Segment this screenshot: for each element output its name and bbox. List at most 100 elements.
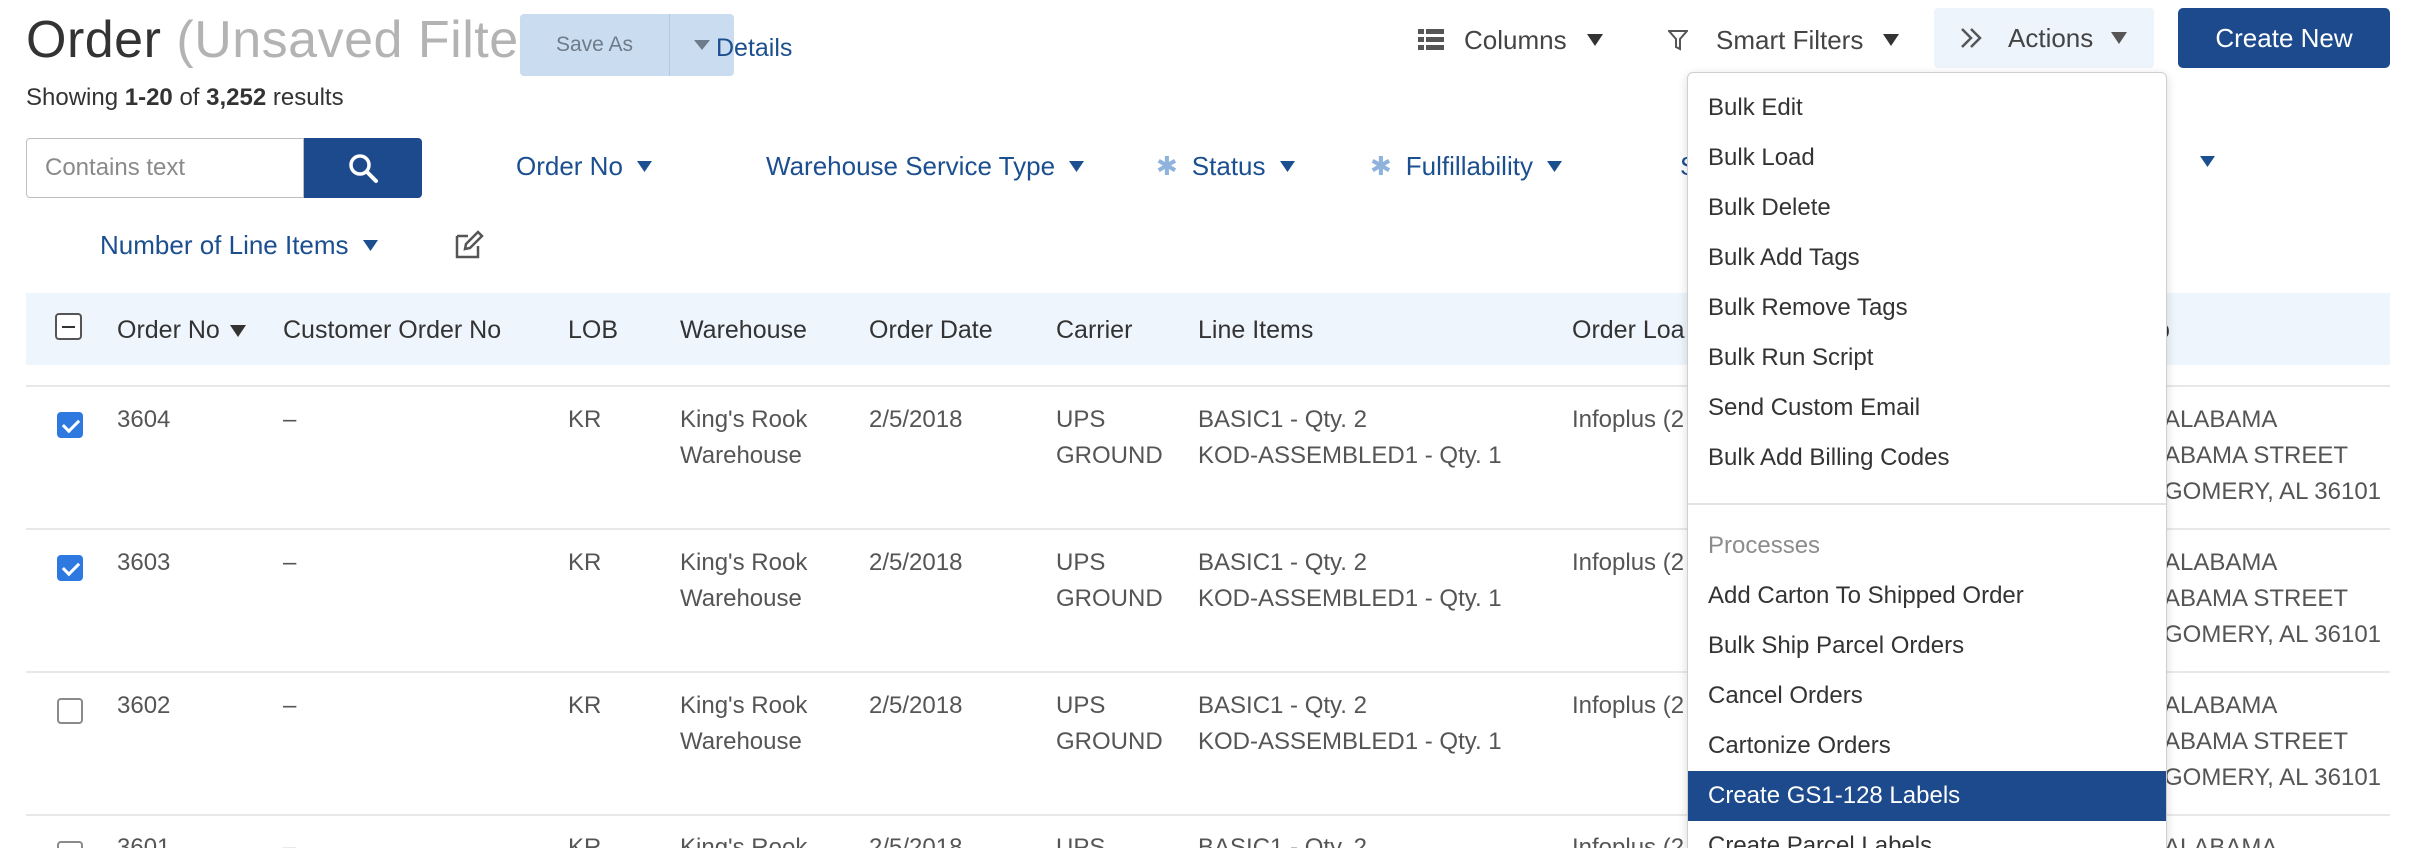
actions-dropdown-menu: Bulk Edit Bulk Load Bulk Delete Bulk Add…: [1687, 72, 2167, 848]
cell-customer-order-no: –: [283, 549, 297, 576]
cell-line: KOD-ASSEMBLED1 - Qty. 1: [1198, 728, 1502, 755]
create-new-button[interactable]: Create New: [2178, 8, 2390, 68]
row-checkbox[interactable]: [57, 412, 83, 438]
showing-total: 3,252: [206, 84, 267, 111]
cell-order-date: 2/5/2018: [869, 549, 963, 576]
showing-suffix: results: [272, 84, 344, 111]
cell-line: GOMERY, AL 36101: [2164, 478, 2382, 505]
cell-line: BASIC1 - Qty. 2: [1198, 549, 1367, 576]
menu-item-bulk-remove-tags[interactable]: Bulk Remove Tags: [1688, 283, 2166, 333]
column-header-line-items[interactable]: Line Items: [1198, 316, 1313, 345]
filter-funnel-icon: [1668, 30, 1688, 51]
select-all-checkbox[interactable]: [55, 313, 82, 340]
cell-order-no[interactable]: 3604: [117, 402, 170, 438]
save-as-button[interactable]: Save As: [520, 14, 670, 76]
cell-order-date: 2/5/2018: [869, 406, 963, 433]
column-header-warehouse[interactable]: Warehouse: [680, 316, 807, 345]
menu-item-bulk-edit[interactable]: Bulk Edit: [1688, 83, 2166, 133]
cell-ship-to: ALABAMA ABAMA STREET GOMERY, AL 36101: [2164, 402, 2381, 510]
cell-warehouse: King's Rook: [680, 834, 808, 848]
search-input[interactable]: [26, 138, 304, 198]
cell-lob: KR: [568, 406, 602, 433]
cell-line: GOMERY, AL 36101: [2164, 764, 2382, 791]
showing-of: of: [179, 84, 200, 111]
filter-warehouse-service-type[interactable]: Warehouse Service Type: [766, 151, 1085, 182]
cell-order-no[interactable]: 3602: [117, 688, 170, 724]
column-header-customer-order-no[interactable]: Customer Order No: [283, 316, 501, 345]
caret-down-icon: [1279, 161, 1295, 172]
cell-line: ABAMA STREET: [2164, 728, 2349, 755]
cell-order-no[interactable]: 3601: [117, 830, 170, 848]
column-header-order-no[interactable]: Order No: [117, 316, 246, 345]
cell-ship-to: ALABAMA ABAMA STREET GOMERY, AL 36101: [2164, 688, 2381, 796]
column-header-lob[interactable]: LOB: [568, 316, 618, 345]
caret-down-icon: [362, 240, 378, 251]
menu-item-bulk-add-billing-codes[interactable]: Bulk Add Billing Codes: [1688, 433, 2166, 483]
filter-number-of-line-items-label: Number of Line Items: [100, 230, 349, 260]
filter-order-no[interactable]: Order No: [516, 151, 652, 182]
save-as-button-group[interactable]: Save As: [520, 14, 734, 76]
row-checkbox[interactable]: [57, 841, 83, 848]
edit-filters-icon[interactable]: [454, 230, 484, 260]
filter-fulfillability[interactable]: ✱ Fulfillability: [1370, 151, 1562, 182]
caret-down-icon: [694, 40, 710, 50]
menu-item-bulk-run-script[interactable]: Bulk Run Script: [1688, 333, 2166, 383]
cell-line: UPS: [1056, 692, 1106, 719]
column-header-order-date[interactable]: Order Date: [869, 316, 993, 345]
caret-down-icon: [2200, 156, 2215, 167]
cell-lob: KR: [568, 549, 602, 576]
cell-line: BASIC1 - Qty. 2: [1198, 692, 1367, 719]
cell-line: ABAMA STREET: [2164, 585, 2349, 612]
caret-down-icon: [1883, 34, 1900, 46]
columns-button[interactable]: Columns: [1418, 20, 1603, 60]
page-title: Order (Unsaved Filter): [26, 10, 554, 70]
menu-item-bulk-ship-parcel-orders[interactable]: Bulk Ship Parcel Orders: [1688, 621, 2166, 671]
filter-hidden-caret[interactable]: [2200, 156, 2215, 167]
menu-item-cartonize-orders[interactable]: Cartonize Orders: [1688, 721, 2166, 771]
cell-order-load: Infoplus (2: [1572, 834, 1685, 848]
actions-button[interactable]: Actions: [1934, 8, 2154, 68]
cell-line: King's Rook: [680, 406, 808, 433]
menu-item-add-carton-to-shipped-order[interactable]: Add Carton To Shipped Order: [1688, 571, 2166, 621]
menu-item-send-custom-email[interactable]: Send Custom Email: [1688, 383, 2166, 433]
page-title-text: Order: [26, 11, 162, 69]
menu-item-bulk-delete[interactable]: Bulk Delete: [1688, 183, 2166, 233]
cell-line: GROUND: [1056, 728, 1163, 755]
cell-lob: KR: [568, 692, 602, 719]
showing-range: 1-20: [124, 84, 173, 111]
cell-order-load: Infoplus (2: [1572, 406, 1685, 433]
menu-item-create-parcel-labels[interactable]: Create Parcel Labels: [1688, 821, 2166, 848]
smart-filters-button[interactable]: Smart Filters: [1668, 20, 1900, 60]
details-link[interactable]: Details: [716, 34, 792, 63]
cell-line: GROUND: [1056, 442, 1163, 469]
cell-order-no[interactable]: 3603: [117, 545, 170, 581]
row-checkbox[interactable]: [57, 555, 83, 581]
cell-line: Warehouse: [680, 585, 802, 612]
sort-desc-icon: [229, 324, 246, 337]
column-header-carrier[interactable]: Carrier: [1056, 316, 1132, 345]
cell-order-load: Infoplus (2: [1572, 692, 1685, 719]
filter-number-of-line-items[interactable]: Number of Line Items: [100, 230, 378, 261]
cell-order-load: Infoplus (2: [1572, 549, 1685, 576]
menu-item-bulk-add-tags[interactable]: Bulk Add Tags: [1688, 233, 2166, 283]
menu-item-cancel-orders[interactable]: Cancel Orders: [1688, 671, 2166, 721]
cell-line: King's Rook: [680, 692, 808, 719]
search-button[interactable]: [304, 138, 422, 198]
menu-item-create-gs1-128-labels[interactable]: Create GS1-128 Labels: [1688, 771, 2166, 821]
column-header-label: Order No: [117, 316, 220, 344]
smart-filters-label: Smart Filters: [1716, 24, 1864, 55]
menu-divider: [1688, 503, 2166, 505]
cell-line: GROUND: [1056, 585, 1163, 612]
column-header-order-load[interactable]: Order Loa: [1572, 316, 1685, 345]
search-icon: [349, 154, 378, 183]
cell-line: ALABAMA: [2164, 406, 2278, 433]
cell-warehouse: King's Rook Warehouse: [680, 688, 807, 760]
page-subtitle: (Unsaved Filter): [176, 11, 555, 69]
row-checkbox[interactable]: [57, 698, 83, 724]
cell-line-items: BASIC1 - Qty. 2: [1198, 834, 1367, 848]
menu-item-bulk-load[interactable]: Bulk Load: [1688, 133, 2166, 183]
cell-ship-to: ALABAMA: [2164, 834, 2278, 848]
filter-status[interactable]: ✱ Status: [1156, 151, 1295, 182]
caret-down-icon: [636, 161, 652, 172]
cell-lob: KR: [568, 834, 602, 848]
